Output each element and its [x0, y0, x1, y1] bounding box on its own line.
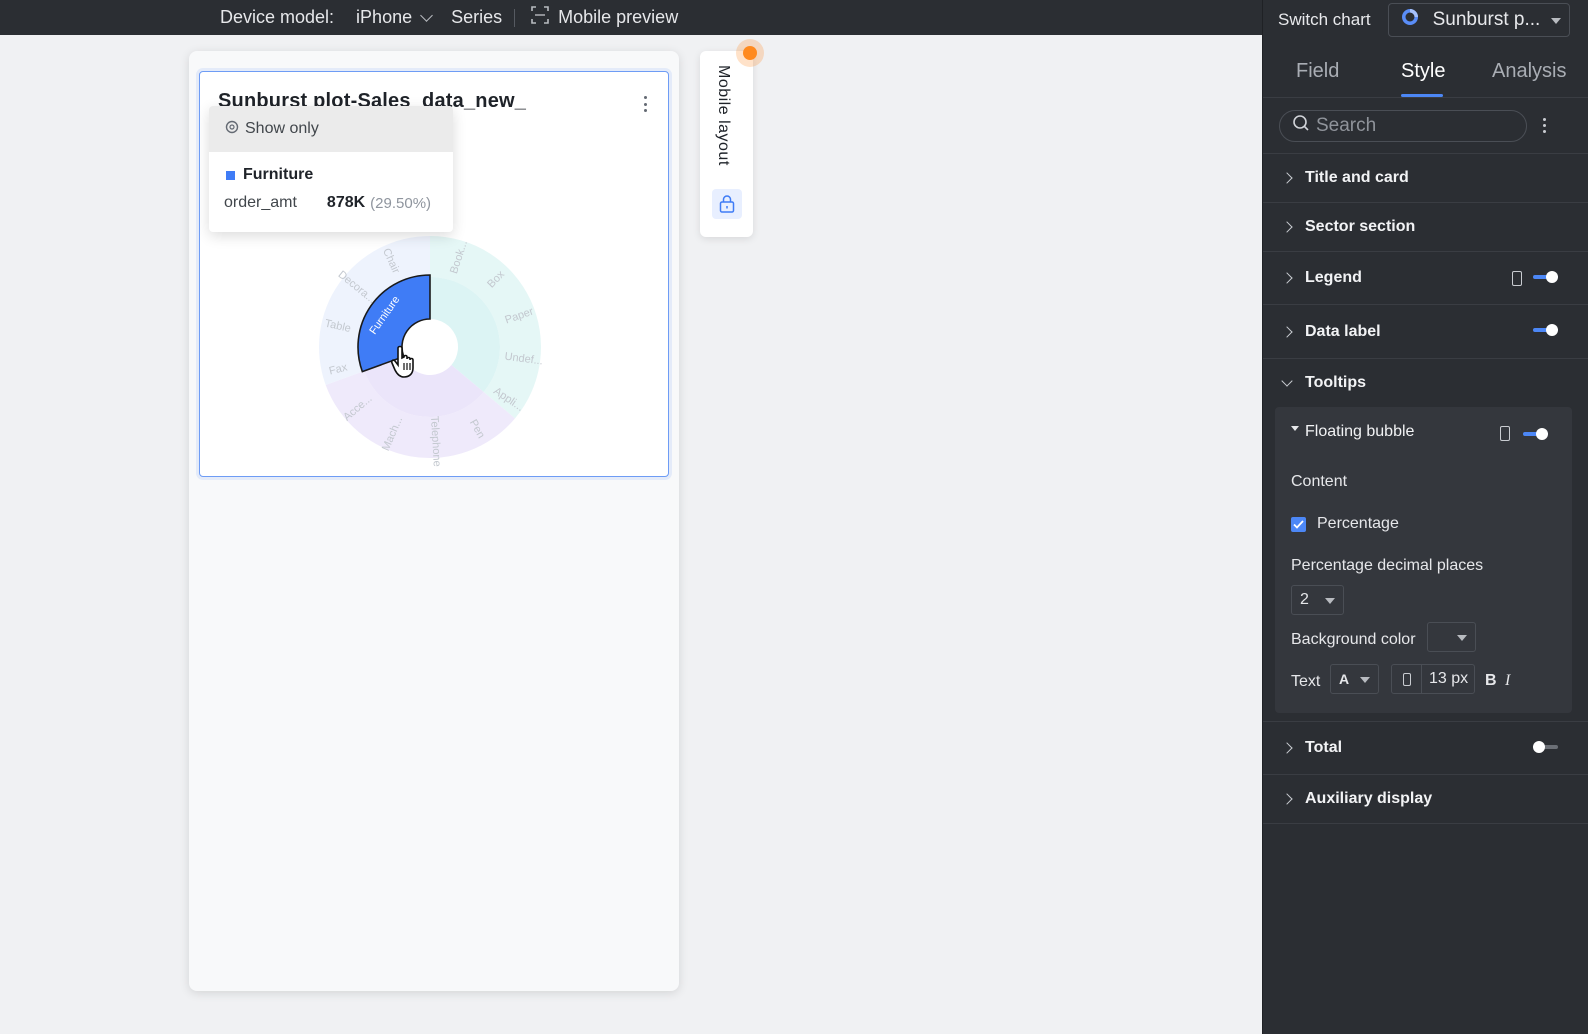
section-label: Auxiliary display [1305, 790, 1433, 807]
series-button[interactable]: Series [451, 7, 502, 28]
lock-icon[interactable] [712, 189, 742, 219]
section-label: Sector section [1305, 218, 1416, 235]
search-box[interactable] [1279, 109, 1527, 142]
tab-analysis[interactable]: Analysis [1492, 60, 1566, 83]
content-label: Content [1291, 473, 1348, 490]
preview-canvas: Sunburst plot-Sales_data_new_ Book... Box… [0, 35, 1262, 1034]
sunburst-outer-label: Telephone [428, 416, 443, 467]
chart-card[interactable]: Sunburst plot-Sales_data_new_ Book... Box… [199, 71, 669, 477]
floating-bubble-row[interactable]: Floating bubble [1291, 423, 1414, 441]
section-data-label[interactable]: Data label [1263, 305, 1588, 359]
floating-bubble-toggle[interactable] [1523, 428, 1548, 440]
search-icon [1292, 114, 1310, 137]
search-row [1263, 98, 1588, 154]
font-size-input[interactable]: 13 px [1391, 664, 1475, 694]
settings-panel: Switch chart Sunburst p... Field Style A… [1262, 0, 1588, 1034]
device-model-value: iPhone [356, 7, 413, 27]
caret-down-icon [1360, 677, 1370, 683]
floating-bubble-label: Floating bubble [1305, 423, 1415, 440]
section-auxiliary-display[interactable]: Auxiliary display [1263, 775, 1588, 824]
caret-down-icon [1457, 635, 1467, 641]
chevron-down-icon [1281, 375, 1293, 387]
active-tab-indicator [1401, 94, 1443, 97]
focus-icon [225, 120, 239, 139]
phone-frame: Sunburst plot-Sales_data_new_ Book... Box… [189, 51, 679, 991]
chevron-right-icon [1281, 325, 1293, 338]
tooltip-category: Furniture [226, 166, 453, 184]
mobile-device-icon [1392, 665, 1422, 693]
tooltip-category-label: Furniture [243, 166, 314, 183]
chevron-right-icon [1281, 742, 1293, 754]
mobile-layout-label: Mobile layout [715, 65, 732, 166]
checkbox-checked-icon[interactable] [1291, 516, 1306, 532]
chevron-right-icon [1281, 221, 1293, 233]
decimal-places-value: 2 [1300, 591, 1309, 608]
caret-down-icon [1325, 598, 1335, 604]
sunburst-chart-icon [1401, 8, 1419, 32]
chart-tooltip: Show only Furniture order_amt 878K (29.5… [209, 106, 453, 232]
mobile-device-icon [1512, 271, 1522, 286]
italic-button[interactable]: I [1505, 672, 1510, 690]
tab-style[interactable]: Style [1401, 60, 1445, 83]
percentage-checkbox-row[interactable]: Percentage [1291, 515, 1399, 533]
switch-chart-row: Switch chart Sunburst p... [1263, 0, 1588, 40]
section-legend[interactable]: Legend [1263, 252, 1588, 305]
section-total[interactable]: Total [1263, 721, 1588, 775]
tooltip-metric-percent: (29.50%) [370, 194, 432, 212]
section-sector[interactable]: Sector section [1263, 203, 1588, 252]
show-only-button[interactable]: Show only [209, 106, 453, 152]
chevron-down-icon [420, 8, 433, 22]
section-label: Data label [1305, 322, 1381, 340]
total-toggle[interactable] [1533, 741, 1558, 753]
text-label: Text [1291, 673, 1321, 690]
mobile-preview-button[interactable]: Mobile preview [531, 6, 678, 29]
more-options-icon[interactable] [1543, 118, 1546, 133]
legend-swatch [226, 170, 235, 180]
bold-button[interactable]: B [1485, 672, 1497, 690]
chart-type-value: Sunburst p... [1432, 9, 1541, 30]
device-model-label: Device model: [220, 7, 335, 27]
decimal-places-label: Percentage decimal places [1291, 557, 1484, 574]
search-input[interactable] [1316, 114, 1506, 137]
mobile-device-icon [1500, 426, 1510, 441]
chevron-right-icon [1281, 272, 1293, 284]
section-label: Title and card [1305, 169, 1409, 186]
section-label: Legend [1305, 269, 1362, 286]
preview-frame-icon [531, 6, 549, 29]
caret-down-icon [1550, 18, 1561, 24]
background-color-picker[interactable] [1427, 622, 1476, 652]
show-only-label: Show only [245, 120, 319, 137]
decimal-places-dropdown[interactable]: 2 [1291, 585, 1344, 615]
tooltip-metric-value: 878K [326, 194, 366, 211]
chart-type-dropdown[interactable]: Sunburst p... [1387, 3, 1570, 37]
panel-tabs: Field Style Analysis [1263, 40, 1588, 98]
caret-down-icon [1291, 425, 1299, 431]
tooltip-metric-row: order_amt 878K (29.50%) [224, 194, 453, 212]
section-label: Tooltips [1305, 374, 1367, 391]
section-title-card[interactable]: Title and card [1263, 154, 1588, 203]
section-label: Total [1305, 739, 1343, 756]
tab-field[interactable]: Field [1296, 60, 1339, 83]
background-color-label: Background color [1291, 631, 1416, 648]
tooltip-metric-name: order_amt [224, 194, 297, 211]
top-toolbar: Device model: iPhone Series Mobile previ… [0, 0, 1262, 35]
mobile-layout-tab[interactable]: Mobile layout [700, 51, 753, 237]
legend-toggle[interactable] [1533, 271, 1558, 283]
percentage-label: Percentage [1317, 515, 1399, 532]
chevron-right-icon [1281, 172, 1293, 184]
switch-chart-label: Switch chart [1278, 10, 1371, 29]
toolbar-divider [514, 8, 516, 27]
section-tooltips[interactable]: Tooltips [1263, 359, 1588, 407]
device-model-dropdown[interactable]: iPhone [356, 7, 433, 28]
notification-dot [736, 39, 764, 67]
font-size-value: 13 px [1429, 670, 1469, 687]
text-color-dropdown[interactable]: A [1330, 664, 1379, 694]
chevron-right-icon [1281, 793, 1293, 805]
data-label-toggle[interactable] [1533, 324, 1558, 336]
mobile-preview-label: Mobile preview [558, 7, 679, 27]
text-color-value: A [1339, 671, 1350, 687]
tooltips-settings: Floating bubble Content Percentage Perce… [1275, 407, 1572, 713]
